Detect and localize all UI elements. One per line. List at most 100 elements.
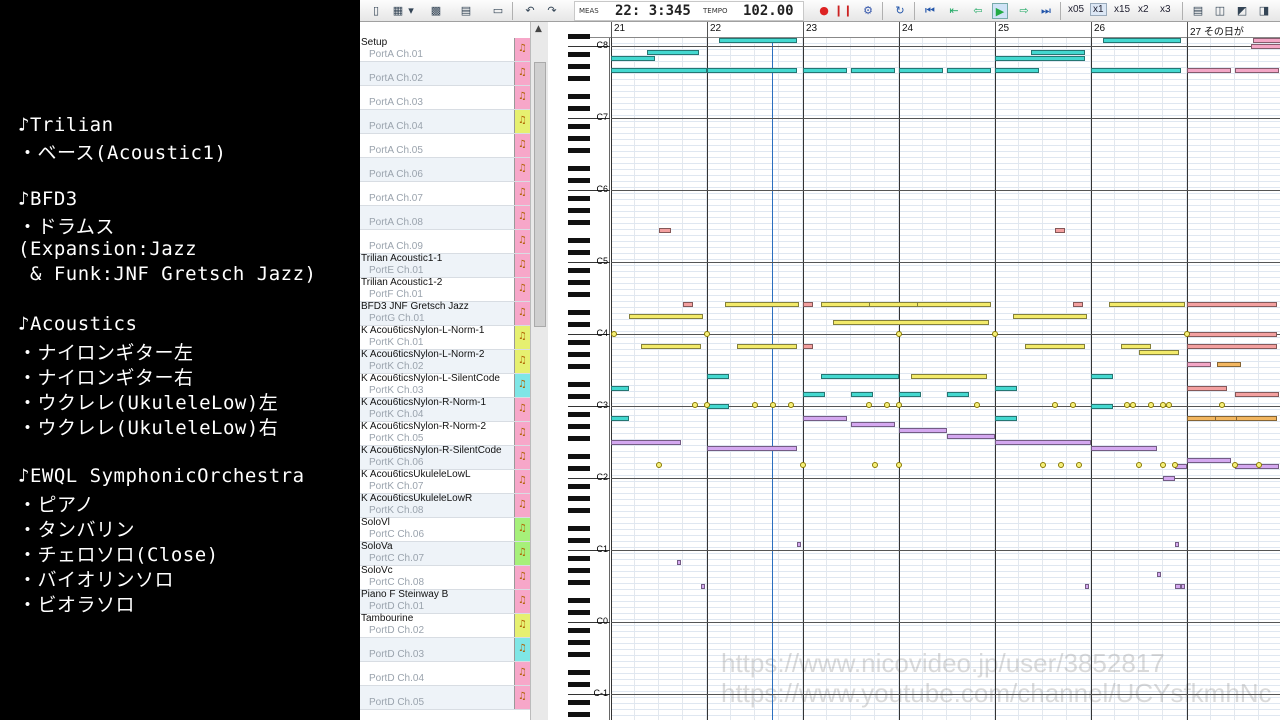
black-key[interactable] bbox=[568, 526, 590, 531]
note-block[interactable] bbox=[995, 56, 1085, 61]
drum-hit[interactable] bbox=[1172, 462, 1178, 468]
black-key[interactable] bbox=[568, 484, 590, 489]
note-block[interactable] bbox=[803, 302, 813, 307]
note-block[interactable] bbox=[821, 374, 899, 379]
note-block[interactable] bbox=[1235, 392, 1279, 397]
track-speaker-toggle[interactable]: ♫ bbox=[514, 638, 530, 661]
black-key[interactable] bbox=[568, 364, 590, 369]
black-key[interactable] bbox=[568, 106, 590, 111]
black-key[interactable] bbox=[568, 280, 590, 285]
drum-hit[interactable] bbox=[992, 331, 998, 337]
black-key[interactable] bbox=[568, 238, 590, 243]
rewind-icon[interactable]: ⇤ bbox=[946, 3, 962, 19]
score-view-icon[interactable]: ◩ bbox=[1234, 3, 1250, 19]
drum-hit[interactable] bbox=[656, 462, 662, 468]
track-speaker-toggle[interactable]: ♫ bbox=[514, 590, 530, 613]
black-key[interactable] bbox=[568, 208, 590, 213]
black-key[interactable] bbox=[568, 382, 590, 387]
note-block[interactable] bbox=[1187, 386, 1227, 391]
save-icon[interactable]: ▩ bbox=[428, 3, 444, 19]
track-speaker-toggle[interactable]: ♫ bbox=[514, 422, 530, 445]
drum-hit[interactable] bbox=[896, 402, 902, 408]
black-key[interactable] bbox=[568, 712, 590, 717]
list-view-icon[interactable]: ▤ bbox=[1190, 3, 1206, 19]
track-row[interactable]: BFD3 JNF Gretsch Jazz PortG Ch.01 ♫ bbox=[360, 301, 530, 326]
note-block[interactable] bbox=[707, 374, 729, 379]
black-key[interactable] bbox=[568, 64, 590, 69]
note-block[interactable] bbox=[1121, 344, 1151, 349]
note-block[interactable] bbox=[707, 68, 797, 73]
drum-hit[interactable] bbox=[1076, 462, 1082, 468]
note-block[interactable] bbox=[1091, 404, 1113, 409]
black-key[interactable] bbox=[568, 322, 590, 327]
note-block[interactable] bbox=[1187, 344, 1277, 349]
note-block[interactable] bbox=[1235, 68, 1279, 73]
drum-hit[interactable] bbox=[1148, 402, 1154, 408]
back-icon[interactable]: ⇦ bbox=[970, 3, 986, 19]
track-row[interactable]: PortA Ch.07 ♫ bbox=[360, 182, 530, 206]
page-icon[interactable]: ▭ bbox=[490, 3, 506, 19]
track-row[interactable]: PortA Ch.06 ♫ bbox=[360, 158, 530, 182]
scrollbar-thumb[interactable] bbox=[534, 62, 546, 327]
note-block[interactable] bbox=[1055, 228, 1065, 233]
drum-hit[interactable] bbox=[896, 331, 902, 337]
black-key[interactable] bbox=[568, 652, 590, 657]
black-key[interactable] bbox=[568, 424, 590, 429]
track-speaker-toggle[interactable]: ♫ bbox=[514, 662, 530, 685]
note-block[interactable] bbox=[803, 416, 847, 421]
drum-hit[interactable] bbox=[1136, 462, 1142, 468]
speed-x15[interactable]: x15 bbox=[1114, 4, 1130, 15]
note-block[interactable] bbox=[1163, 476, 1175, 481]
note-block[interactable] bbox=[1187, 68, 1231, 73]
track-row[interactable]: PortD Ch.05 ♫ bbox=[360, 686, 530, 710]
track-speaker-toggle[interactable]: ♫ bbox=[514, 398, 530, 421]
track-speaker-toggle[interactable]: ♫ bbox=[514, 374, 530, 397]
black-key[interactable] bbox=[568, 412, 590, 417]
note-block[interactable] bbox=[707, 404, 729, 409]
note-block[interactable] bbox=[611, 440, 681, 445]
drum-hit[interactable] bbox=[704, 331, 710, 337]
drum-hit[interactable] bbox=[1130, 402, 1136, 408]
speed-x3[interactable]: x3 bbox=[1160, 4, 1171, 15]
black-key[interactable] bbox=[568, 610, 590, 615]
mixer-icon[interactable]: ⚙ bbox=[860, 3, 876, 19]
black-key[interactable] bbox=[568, 352, 590, 357]
note-block[interactable] bbox=[1175, 542, 1179, 547]
new-icon[interactable]: ▯ bbox=[368, 3, 384, 19]
drum-hit[interactable] bbox=[800, 462, 806, 468]
speed-x05[interactable]: x05 bbox=[1068, 4, 1084, 15]
track-scrollbar[interactable]: ▲ bbox=[530, 22, 548, 720]
drum-hit[interactable] bbox=[692, 402, 698, 408]
note-block[interactable] bbox=[611, 416, 629, 421]
measure-ruler[interactable]: 21 22 23 24 25 26 27 その日が bbox=[568, 22, 1280, 38]
note-block[interactable] bbox=[803, 392, 825, 397]
black-key[interactable] bbox=[568, 136, 590, 141]
track-row[interactable]: PortA Ch.03 ♫ bbox=[360, 86, 530, 110]
note-block[interactable] bbox=[947, 392, 969, 397]
track-row[interactable]: K Acou6ticsNylon-R-Norm-2 PortK Ch.05 ♫ bbox=[360, 421, 530, 446]
drum-hit[interactable] bbox=[752, 402, 758, 408]
note-block[interactable] bbox=[803, 68, 847, 73]
note-block[interactable] bbox=[1025, 344, 1085, 349]
track-speaker-toggle[interactable]: ♫ bbox=[514, 230, 530, 253]
black-key[interactable] bbox=[568, 556, 590, 561]
track-row[interactable]: K Acou6ticsNylon-L-Norm-2 PortK Ch.02 ♫ bbox=[360, 349, 530, 374]
note-block[interactable] bbox=[1073, 302, 1083, 307]
note-block[interactable] bbox=[1139, 350, 1179, 355]
drum-hit[interactable] bbox=[974, 402, 980, 408]
rewind-start-icon[interactable]: ⏮ bbox=[922, 3, 938, 19]
drum-hit[interactable] bbox=[1184, 331, 1190, 337]
track-speaker-toggle[interactable]: ♫ bbox=[514, 254, 530, 277]
black-key[interactable] bbox=[568, 628, 590, 633]
piano-roll-grid[interactable]: https://www.nicovideo.jp/user/3852817 ht… bbox=[611, 38, 1280, 720]
black-key[interactable] bbox=[568, 598, 590, 603]
note-block[interactable] bbox=[611, 56, 655, 61]
drum-hit[interactable] bbox=[770, 402, 776, 408]
track-speaker-toggle[interactable]: ♫ bbox=[514, 542, 530, 565]
drum-hit[interactable] bbox=[866, 402, 872, 408]
note-block[interactable] bbox=[1091, 374, 1113, 379]
black-key[interactable] bbox=[568, 454, 590, 459]
note-block[interactable] bbox=[1091, 446, 1157, 451]
note-block[interactable] bbox=[641, 344, 701, 349]
track-speaker-toggle[interactable]: ♫ bbox=[514, 566, 530, 589]
